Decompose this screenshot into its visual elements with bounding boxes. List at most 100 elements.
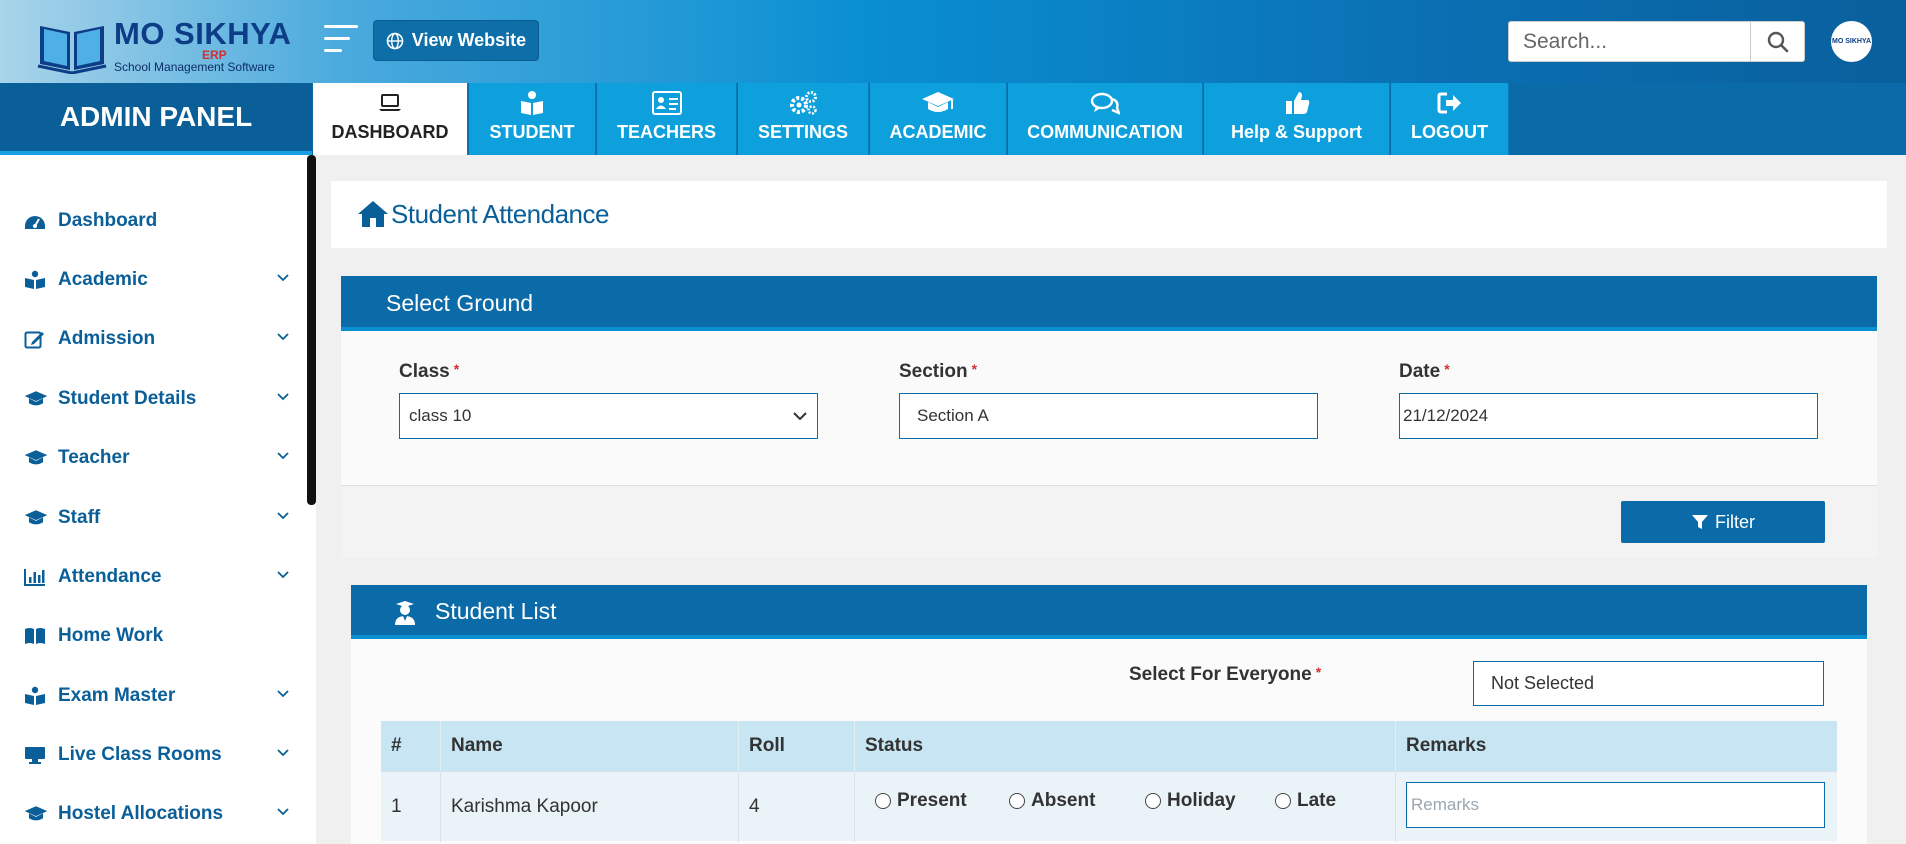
chevron-down-icon (793, 412, 807, 421)
chevron-down-icon (277, 333, 289, 341)
sidebar-item-hostel-allocations[interactable]: Hostel Allocations (24, 799, 289, 829)
book-reader-icon (521, 91, 543, 115)
main-nav: ADMIN PANEL DASHBOARD STUDENT TEACHERS S… (0, 83, 1906, 155)
section-label: Section * (899, 361, 978, 382)
sidebar-item-teacher[interactable]: Teacher (24, 443, 289, 473)
admin-panel-title: ADMIN PANEL (0, 83, 312, 155)
page-title: Student Attendance (391, 199, 609, 229)
graduation-cap-icon (24, 510, 48, 525)
admin-panel-label: ADMIN PANEL (59, 101, 253, 132)
avatar[interactable]: MO SIKHYA (1831, 21, 1872, 62)
tab-label: SETTINGS (757, 122, 848, 142)
brand-name: MO SIKHYA (114, 16, 292, 51)
column-header-index: # (381, 721, 441, 771)
row-status: Present Absent Holiday Late (855, 772, 1396, 842)
sidebar-item-label: Exam Master (58, 685, 176, 706)
tab-settings[interactable]: SETTINGS (738, 83, 869, 155)
filter-button-label: Filter (1715, 511, 1755, 532)
tab-label: TEACHERS (616, 122, 716, 142)
tab-teachers[interactable]: TEACHERS (597, 83, 737, 155)
search-button[interactable] (1751, 21, 1805, 62)
filter-heading-text: Select Ground (386, 290, 534, 316)
radio-circle[interactable] (875, 793, 891, 809)
date-field-value: 21/12/2024 (1403, 406, 1489, 425)
menu-toggle-icon[interactable] (322, 22, 362, 58)
class-select[interactable]: class 10 (399, 393, 818, 439)
graduation-cap-icon (24, 391, 48, 406)
date-field[interactable]: 21/12/2024 (1399, 393, 1818, 439)
search-icon (1767, 31, 1788, 52)
open-book-icon (25, 628, 45, 644)
tab-label: Help & Support (1231, 122, 1362, 142)
tab-help-support[interactable]: Help & Support (1204, 83, 1390, 155)
sidebar-item-label: Home Work (58, 625, 164, 646)
reader-icon (25, 686, 45, 705)
radio-label: Late (1297, 790, 1337, 811)
chevron-down-icon (277, 690, 289, 698)
chevron-down-icon (277, 749, 289, 757)
radio-circle[interactable] (1275, 793, 1291, 809)
sidebar-item-exam-master[interactable]: Exam Master (24, 681, 289, 711)
radio-label: Holiday (1167, 790, 1236, 811)
sidebar-item-academic[interactable]: Academic (24, 265, 289, 295)
student-list-heading-text: Student List (435, 598, 557, 624)
tab-communication[interactable]: COMMUNICATION (1008, 83, 1203, 155)
select-everyone-value: Not Selected (1491, 673, 1595, 693)
date-label: Date * (1399, 361, 1450, 382)
dashboard-icon (25, 216, 45, 229)
filter-button[interactable]: Filter (1621, 501, 1825, 543)
edit-icon (24, 331, 44, 349)
home-icon (358, 201, 388, 227)
tab-academic[interactable]: ACADEMIC (870, 83, 1007, 155)
tab-dashboard[interactable]: DASHBOARD (313, 83, 468, 155)
sidebar-item-home-work[interactable]: Home Work (24, 621, 289, 651)
table-header: # Name Roll Status Remarks (381, 721, 1837, 771)
sidebar-item-label: Academic (58, 269, 148, 290)
sidebar-item-staff[interactable]: Staff (24, 503, 289, 533)
column-header-remarks: Remarks (1406, 735, 1487, 756)
funnel-icon (1692, 515, 1708, 529)
sidebar-item-admission[interactable]: Admission (24, 324, 289, 354)
select-everyone-label: Select For Everyone * (1129, 664, 1322, 685)
tab-label: STUDENT (489, 122, 575, 142)
globe-icon (386, 32, 404, 49)
sidebar-item-label: Staff (58, 507, 101, 528)
sidebar-item-label: Hostel Allocations (58, 803, 224, 824)
sidebar-item-label: Attendance (58, 566, 162, 587)
filter-card-heading: Select Ground (341, 276, 1877, 331)
row-roll: 4 (739, 772, 855, 842)
gears-icon (790, 91, 817, 115)
brand-tagline: School Management Software (114, 60, 275, 74)
class-select-value: class 10 (409, 406, 472, 425)
column-header-roll: Roll (739, 721, 855, 771)
section-field-value: Section A (917, 406, 989, 425)
select-everyone-dropdown[interactable]: Not Selected (1473, 661, 1824, 706)
radio-circle[interactable] (1009, 793, 1025, 809)
sidebar-item-attendance[interactable]: Attendance (24, 562, 289, 592)
monitor-icon (25, 747, 45, 764)
laptop-icon (379, 94, 401, 111)
radio-circle[interactable] (1145, 793, 1161, 809)
class-label: Class * (399, 361, 460, 382)
status-radio-late[interactable]: Late (1275, 790, 1336, 812)
search-input[interactable] (1508, 21, 1751, 62)
view-website-button[interactable]: View Website (373, 20, 539, 61)
thumbs-up-icon (1285, 92, 1309, 114)
remarks-input[interactable] (1406, 782, 1825, 828)
sidebar-scrollbar[interactable] (307, 155, 316, 505)
student-list-heading: Student List (351, 585, 1867, 639)
tab-label: COMMUNICATION (1027, 122, 1183, 142)
sidebar-item-dashboard[interactable]: Dashboard (24, 206, 289, 236)
reader-icon (25, 270, 45, 289)
status-radio-present[interactable]: Present (875, 790, 967, 812)
id-card-icon (651, 91, 682, 115)
status-radio-holiday[interactable]: Holiday (1145, 790, 1236, 812)
status-radio-absent[interactable]: Absent (1009, 790, 1095, 812)
section-field[interactable]: Section A (899, 393, 1318, 439)
tab-logout[interactable]: LOGOUT (1391, 83, 1509, 155)
sidebar-item-live-class-rooms[interactable]: Live Class Rooms (24, 740, 289, 770)
tab-label: LOGOUT (1411, 122, 1488, 142)
sidebar-item-student-details[interactable]: Student Details (24, 384, 289, 414)
tab-student[interactable]: STUDENT (469, 83, 596, 155)
brand-logo[interactable]: MO SIKHYA ERP School Management Software (36, 14, 302, 74)
